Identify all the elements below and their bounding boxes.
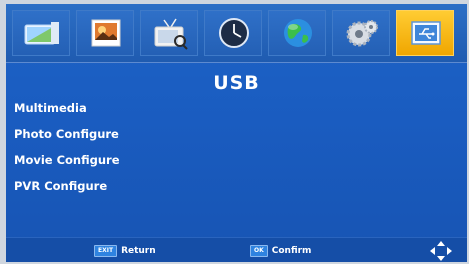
return-label: Return: [121, 246, 156, 256]
ok-key-icon: OK: [250, 245, 268, 257]
usb-menu: Multimedia Photo Configure Movie Configu…: [14, 98, 120, 202]
picture-icon: [24, 22, 59, 45]
menu-item-multimedia[interactable]: Multimedia: [14, 98, 120, 124]
usb-icon: [411, 21, 441, 45]
image-icon: [91, 19, 121, 47]
page-title: USB: [213, 72, 260, 94]
bottom-hint-bar: EXIT Return OK Confirm: [6, 237, 467, 262]
tab-bar: [6, 4, 467, 63]
confirm-hint: OK Confirm: [250, 243, 311, 259]
tv-frame: USB Multimedia Photo Configure Movie Con…: [0, 0, 469, 264]
tab-image[interactable]: [76, 10, 134, 56]
menu-item-photo-configure[interactable]: Photo Configure: [14, 124, 120, 150]
menu-item-pvr-configure[interactable]: PVR Configure: [14, 176, 120, 202]
globe-icon: [284, 19, 312, 47]
tab-picture[interactable]: [12, 10, 70, 56]
menu-item-movie-configure[interactable]: Movie Configure: [14, 150, 120, 176]
exit-key-icon: EXIT: [94, 245, 118, 257]
gears-icon: [346, 20, 378, 47]
tab-globe[interactable]: [268, 10, 326, 56]
menu-screen: USB Multimedia Photo Configure Movie Con…: [6, 4, 467, 262]
tab-usb[interactable]: [396, 10, 454, 56]
tab-time[interactable]: [204, 10, 262, 56]
navigation-arrows-icon: [430, 241, 452, 261]
tab-setup[interactable]: [332, 10, 390, 56]
channel-tv-icon: [154, 18, 188, 50]
confirm-label: Confirm: [271, 246, 312, 256]
tab-channel[interactable]: [140, 10, 198, 56]
clock-icon: [219, 18, 249, 48]
return-hint: EXIT Return: [94, 243, 156, 259]
